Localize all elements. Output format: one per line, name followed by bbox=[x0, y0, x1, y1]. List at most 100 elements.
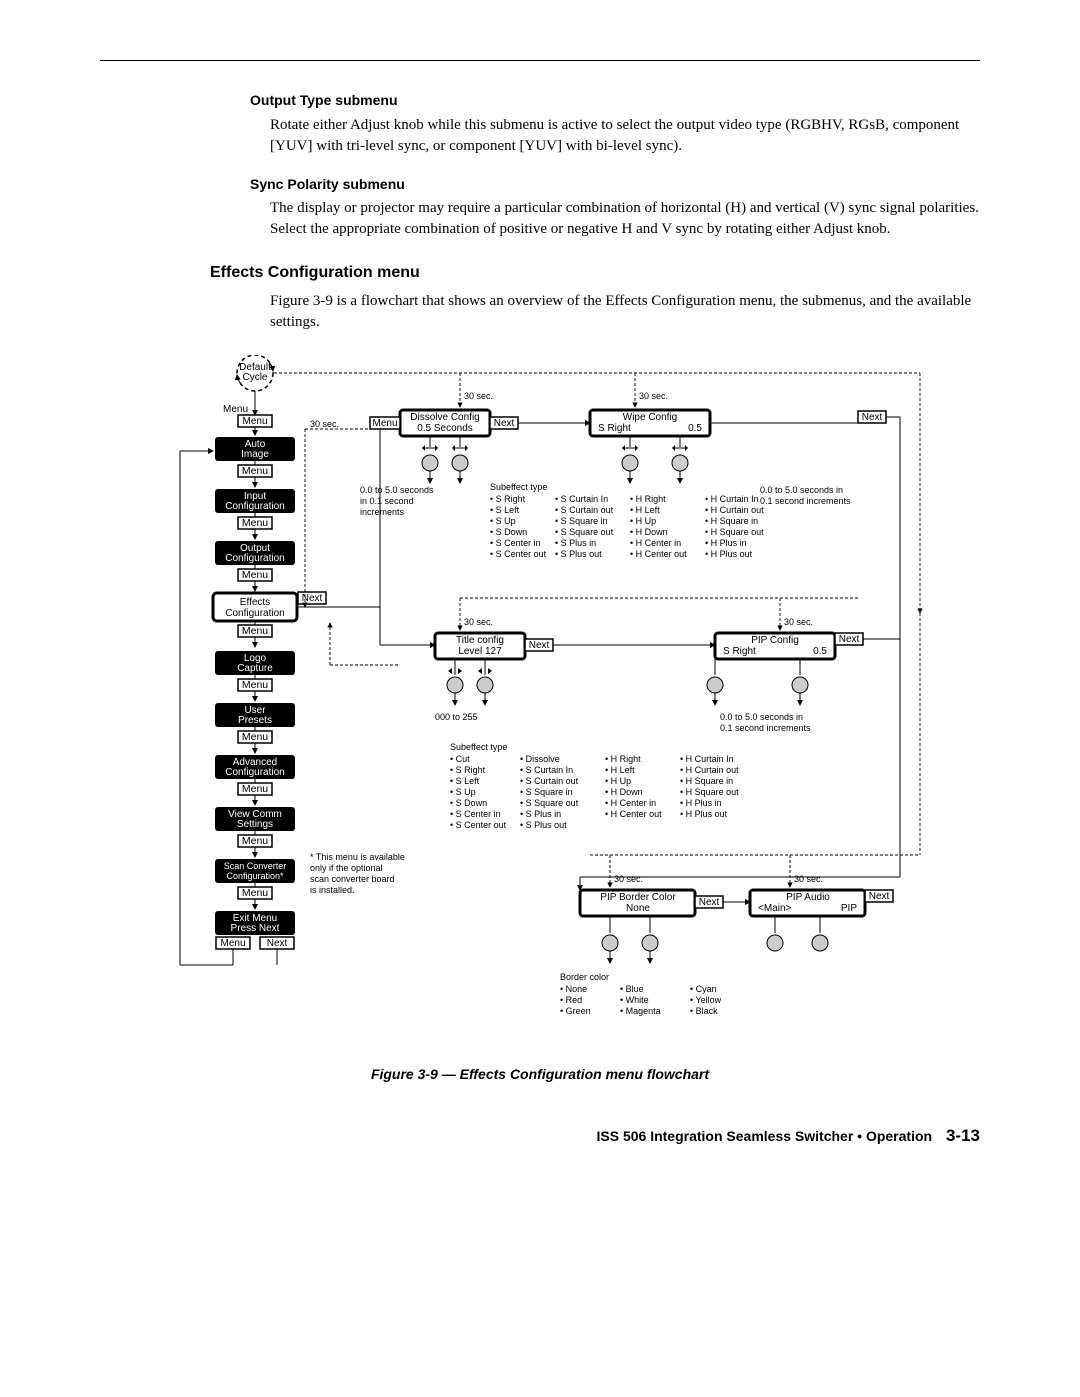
svg-text:• H Curtain In: • H Curtain In bbox=[705, 494, 759, 504]
svg-text:Menu: Menu bbox=[242, 887, 268, 899]
figure-caption: Figure 3-9 — Effects Configuration menu … bbox=[100, 1065, 980, 1085]
svg-text:Configuration: Configuration bbox=[225, 767, 284, 778]
svg-text:• H Left: • H Left bbox=[605, 765, 635, 775]
svg-text:Menu: Menu bbox=[242, 465, 268, 477]
svg-text:• S Up: • S Up bbox=[450, 787, 476, 797]
svg-text:Image: Image bbox=[241, 449, 269, 460]
svg-text:0.1 second increments: 0.1 second increments bbox=[760, 496, 851, 506]
svg-text:• S Curtain out: • S Curtain out bbox=[520, 776, 579, 786]
svg-text:Wipe Config: Wipe Config bbox=[623, 412, 677, 423]
svg-text:Dissolve Config: Dissolve Config bbox=[410, 412, 479, 423]
svg-text:• Cyan: • Cyan bbox=[690, 984, 717, 994]
svg-text:PIP Config: PIP Config bbox=[751, 635, 799, 646]
svg-text:Subeffect type: Subeffect type bbox=[490, 482, 547, 492]
svg-text:Press Next: Press Next bbox=[231, 923, 280, 934]
svg-text:• S Down: • S Down bbox=[450, 798, 487, 808]
svg-text:• Red: • Red bbox=[560, 995, 582, 1005]
svg-text:Next: Next bbox=[494, 418, 515, 429]
svg-text:• H Center out: • H Center out bbox=[605, 809, 662, 819]
svg-text:• Dissolve: • Dissolve bbox=[520, 754, 560, 764]
section-effects-config: Effects Configuration menu bbox=[210, 262, 980, 284]
svg-text:Subeffect type: Subeffect type bbox=[450, 742, 507, 752]
svg-text:Next: Next bbox=[529, 640, 550, 651]
lbl-menu: Menu bbox=[223, 404, 248, 415]
svg-text:• H Down: • H Down bbox=[605, 787, 643, 797]
svg-text:Menu: Menu bbox=[220, 938, 245, 949]
svg-text:30 sec.: 30 sec. bbox=[794, 874, 823, 884]
svg-text:• H Right: • H Right bbox=[605, 754, 641, 764]
svg-text:30 sec.: 30 sec. bbox=[614, 874, 643, 884]
svg-text:0.5: 0.5 bbox=[813, 646, 827, 657]
svg-text:• S Up: • S Up bbox=[490, 516, 516, 526]
svg-text:30 sec.: 30 sec. bbox=[310, 419, 339, 429]
subhead-sync-polarity: Sync Polarity submenu bbox=[250, 175, 980, 195]
svg-text:• S Square out: • S Square out bbox=[520, 798, 579, 808]
svg-text:PIP: PIP bbox=[841, 903, 857, 914]
svg-text:Scan Converter: Scan Converter bbox=[224, 861, 287, 871]
svg-text:• H Plus in: • H Plus in bbox=[680, 798, 722, 808]
svg-text:Next: Next bbox=[699, 897, 720, 908]
svg-text:Configuration: Configuration bbox=[225, 501, 284, 512]
svg-text:• S Square in: • S Square in bbox=[520, 787, 573, 797]
svg-text:0.5 Seconds: 0.5 Seconds bbox=[417, 423, 473, 434]
svg-text:Menu: Menu bbox=[242, 517, 268, 529]
svg-text:• H Square in: • H Square in bbox=[680, 776, 733, 786]
svg-text:• S Plus out: • S Plus out bbox=[555, 549, 602, 559]
svg-text:Menu: Menu bbox=[242, 731, 268, 743]
svg-text:• S Left: • S Left bbox=[450, 776, 480, 786]
svg-text:• S Square in: • S Square in bbox=[555, 516, 608, 526]
svg-text:Settings: Settings bbox=[237, 819, 273, 830]
svg-text:• H Center out: • H Center out bbox=[630, 549, 687, 559]
svg-text:0.0 to 5.0 seconds in: 0.0 to 5.0 seconds in bbox=[760, 485, 843, 495]
svg-text:Presets: Presets bbox=[238, 715, 272, 726]
svg-text:Menu: Menu bbox=[242, 679, 268, 691]
svg-text:Configuration: Configuration bbox=[225, 553, 284, 564]
svg-text:• S Plus in: • S Plus in bbox=[520, 809, 561, 819]
svg-text:PIP Audio: PIP Audio bbox=[786, 892, 830, 903]
svg-text:Next: Next bbox=[267, 938, 288, 949]
svg-text:Menu: Menu bbox=[242, 625, 268, 637]
para-effects-intro: Figure 3-9 is a flowchart that shows an … bbox=[270, 291, 980, 333]
svg-text:• None: • None bbox=[560, 984, 587, 994]
svg-text:• S Center out: • S Center out bbox=[490, 549, 547, 559]
svg-text:• H Up: • H Up bbox=[605, 776, 631, 786]
svg-text:• H Square out: • H Square out bbox=[705, 527, 764, 537]
svg-text:• S Right: • S Right bbox=[490, 494, 526, 504]
svg-text:Next: Next bbox=[839, 634, 860, 645]
svg-text:• H Square in: • H Square in bbox=[705, 516, 758, 526]
svg-text:Title config: Title config bbox=[456, 635, 504, 646]
svg-text:S Right: S Right bbox=[598, 423, 631, 434]
svg-text:PIP Border Color: PIP Border Color bbox=[600, 892, 676, 903]
svg-text:• H Center in: • H Center in bbox=[630, 538, 681, 548]
svg-text:only if the optional: only if the optional bbox=[310, 863, 383, 873]
svg-text:• Magenta: • Magenta bbox=[620, 1006, 661, 1016]
svg-text:Capture: Capture bbox=[237, 663, 273, 674]
svg-text:Effects: Effects bbox=[240, 597, 270, 608]
svg-text:0.0 to 5.0 seconds: 0.0 to 5.0 seconds bbox=[360, 485, 434, 495]
svg-text:in 0.1 second: in 0.1 second bbox=[360, 496, 414, 506]
svg-text:Border color: Border color bbox=[560, 972, 609, 982]
svg-text:Menu: Menu bbox=[372, 418, 397, 429]
para-output-type: Rotate either Adjust knob while this sub… bbox=[270, 115, 980, 157]
svg-text:• S Center in: • S Center in bbox=[490, 538, 541, 548]
svg-text:30 sec.: 30 sec. bbox=[464, 617, 493, 627]
svg-text:000 to 255: 000 to 255 bbox=[435, 712, 478, 722]
svg-text:Level 127: Level 127 bbox=[458, 646, 502, 657]
svg-text:• S Right: • S Right bbox=[450, 765, 486, 775]
svg-text:• S Center in: • S Center in bbox=[450, 809, 501, 819]
svg-text:• H Curtain out: • H Curtain out bbox=[705, 505, 764, 515]
svg-text:• H Plus out: • H Plus out bbox=[705, 549, 753, 559]
svg-text:* This menu is available: * This menu is available bbox=[310, 852, 405, 862]
svg-text:• S Curtain In: • S Curtain In bbox=[555, 494, 608, 504]
svg-text:• S Curtain In: • S Curtain In bbox=[520, 765, 573, 775]
svg-text:is installed.: is installed. bbox=[310, 885, 355, 895]
svg-text:• White: • White bbox=[620, 995, 649, 1005]
svg-text:<Main>: <Main> bbox=[758, 903, 792, 914]
svg-text:Menu: Menu bbox=[242, 783, 268, 795]
svg-text:Menu: Menu bbox=[242, 569, 268, 581]
svg-text:• H Plus in: • H Plus in bbox=[705, 538, 747, 548]
svg-text:• H Plus out: • H Plus out bbox=[680, 809, 728, 819]
svg-text:• Green: • Green bbox=[560, 1006, 591, 1016]
svg-text:• Blue: • Blue bbox=[620, 984, 644, 994]
svg-text:• H Square out: • H Square out bbox=[680, 787, 739, 797]
